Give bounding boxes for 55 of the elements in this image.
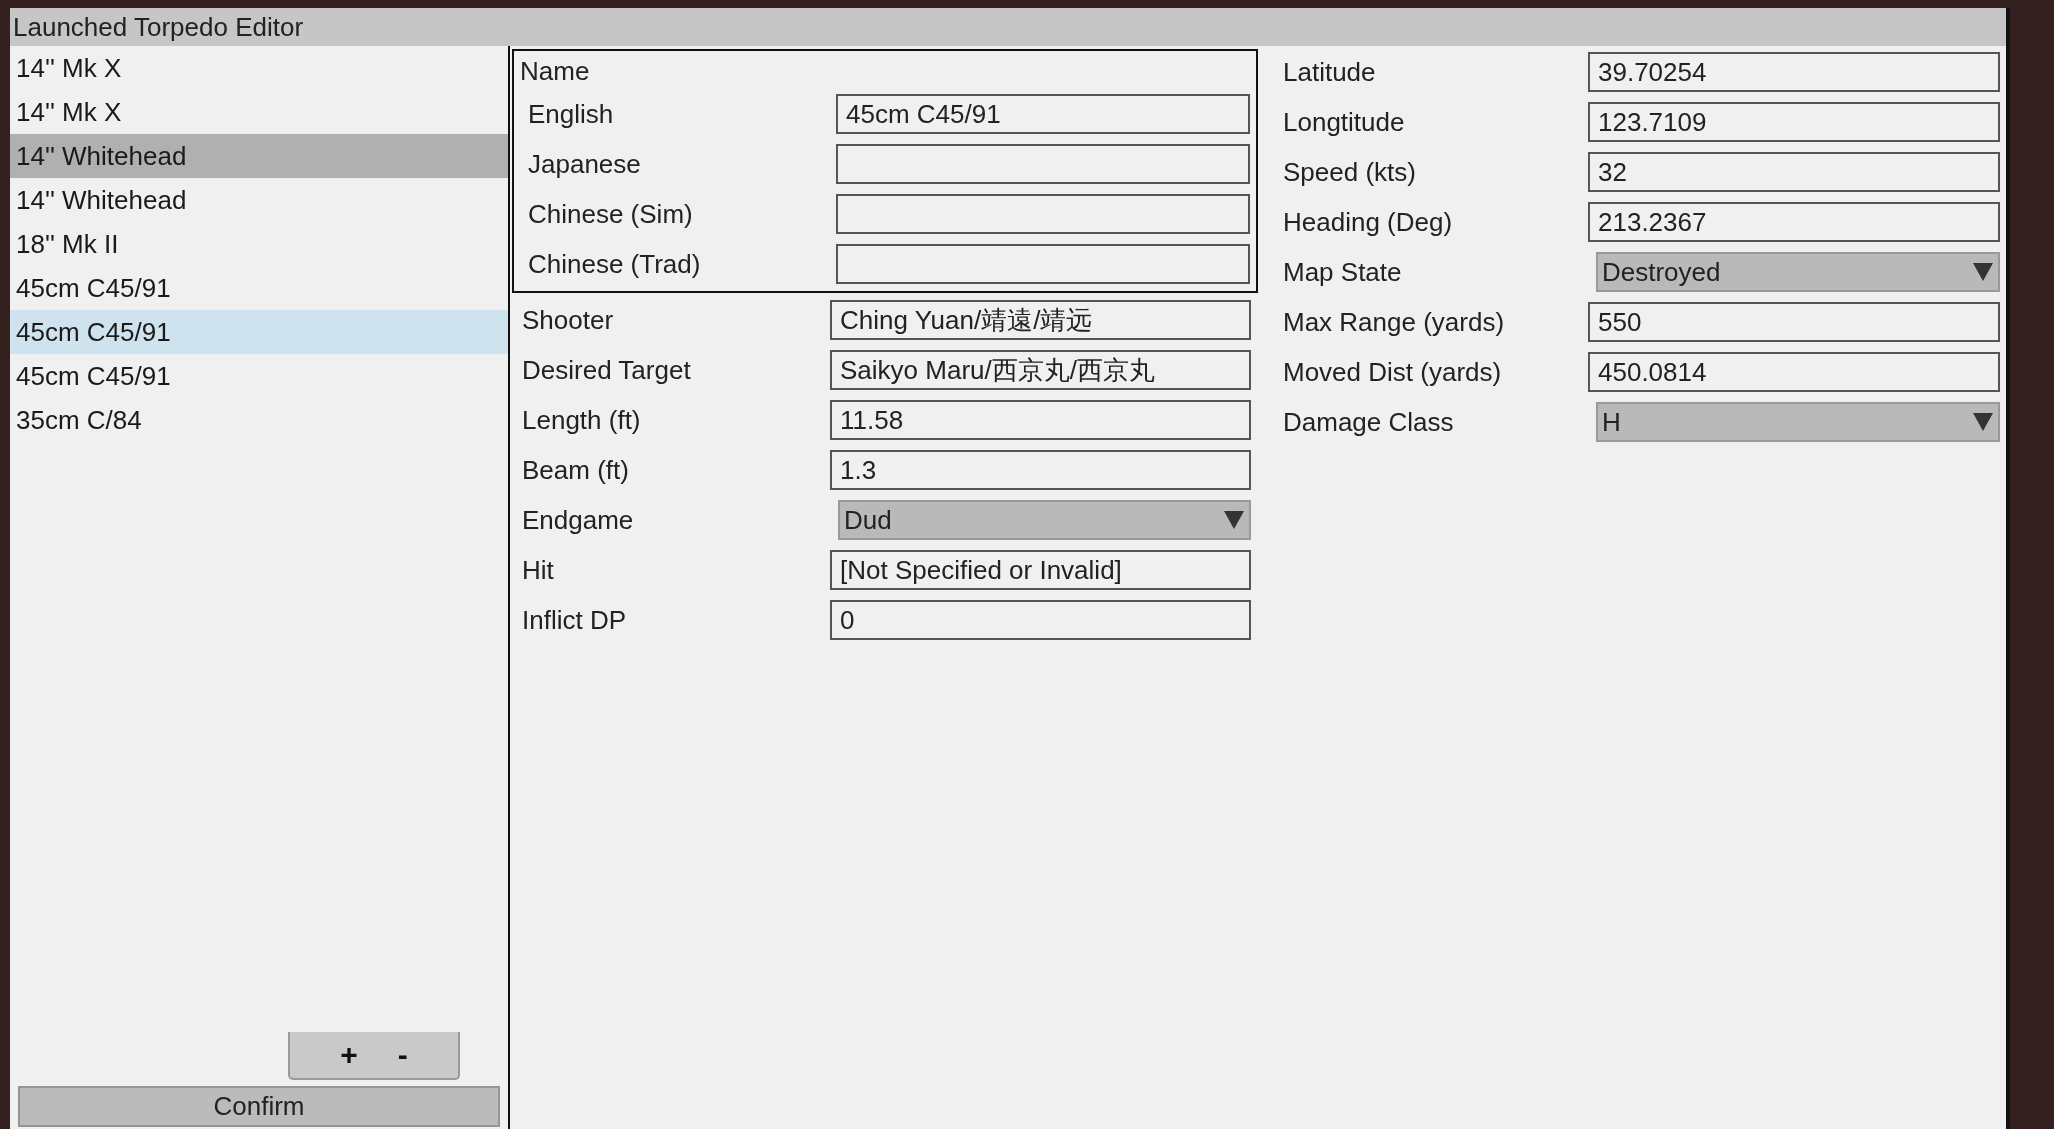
list-item[interactable]: 14'' Whitehead — [10, 178, 508, 222]
field-label: Max Range (yards) — [1283, 305, 1506, 339]
list-item[interactable]: 14'' Whitehead — [10, 134, 508, 178]
remove-button[interactable]: - — [397, 1040, 408, 1070]
field-label: Japanese — [528, 147, 642, 181]
input-field[interactable]: 213.2367 — [1588, 202, 2000, 242]
field-label: Inflict DP — [522, 603, 628, 637]
add-button[interactable]: + — [340, 1040, 358, 1070]
field-label: English — [528, 97, 615, 131]
input-field[interactable]: 39.70254 — [1588, 52, 2000, 92]
field-label: Shooter — [522, 303, 615, 337]
field-label: Endgame — [522, 503, 635, 537]
field-label: Chinese (Sim) — [528, 197, 694, 231]
field-label: Desired Target — [522, 353, 692, 387]
input-field[interactable]: 450.0814 — [1588, 352, 2000, 392]
caret-icon — [1223, 510, 1245, 530]
field-label: Hit — [522, 553, 555, 587]
group-title: Name — [519, 54, 591, 88]
field-label: Beam (ft) — [522, 453, 630, 487]
field-label: Longtitude — [1283, 105, 1406, 139]
input-field[interactable] — [836, 144, 1250, 184]
field-label: Damage Class — [1283, 405, 1455, 439]
input-field[interactable]: 11.58 — [830, 400, 1251, 440]
input-field[interactable]: 0 — [830, 600, 1251, 640]
list-item[interactable]: 14'' Mk X — [10, 90, 508, 134]
input-field[interactable]: 1.3 — [830, 450, 1251, 490]
dropdown[interactable]: Destroyed — [1596, 252, 2000, 292]
field-label: Map State — [1283, 255, 1403, 289]
field-label: Chinese (Trad) — [528, 247, 702, 281]
input-field[interactable]: 45cm C45/91 — [836, 94, 1250, 134]
field-label: Speed (kts) — [1283, 155, 1417, 189]
list-item[interactable]: 14'' Mk X — [10, 46, 508, 90]
list-item[interactable]: 18'' Mk II — [10, 222, 508, 266]
input-field[interactable]: Ching Yuan/靖遠/靖远 — [830, 300, 1251, 340]
field-label: Latitude — [1283, 55, 1377, 89]
field-label: Length (ft) — [522, 403, 642, 437]
list-item[interactable]: 45cm C45/91 — [10, 354, 508, 398]
field-label: Heading (Deg) — [1283, 205, 1454, 239]
input-field[interactable]: 550 — [1588, 302, 2000, 342]
input-field[interactable]: [Not Specified or Invalid] — [830, 550, 1251, 590]
input-field[interactable]: Saikyo Maru/西京丸/西京丸 — [830, 350, 1251, 390]
input-field[interactable] — [836, 194, 1250, 234]
list-item[interactable]: 45cm C45/91 — [10, 310, 508, 354]
confirm-button[interactable]: Confirm — [18, 1086, 500, 1127]
list-item[interactable]: 35cm C/84 — [10, 398, 508, 442]
field-label: Moved Dist (yards) — [1283, 355, 1503, 389]
window-title: Launched Torpedo Editor — [10, 8, 2006, 46]
list-item[interactable]: 45cm C45/91 — [10, 266, 508, 310]
dropdown[interactable]: H — [1596, 402, 2000, 442]
caret-icon — [1972, 262, 1994, 282]
input-field[interactable]: 123.7109 — [1588, 102, 2000, 142]
input-field[interactable]: 32 — [1588, 152, 2000, 192]
dropdown[interactable]: Dud — [838, 500, 1251, 540]
caret-icon — [1972, 412, 1994, 432]
input-field[interactable] — [836, 244, 1250, 284]
